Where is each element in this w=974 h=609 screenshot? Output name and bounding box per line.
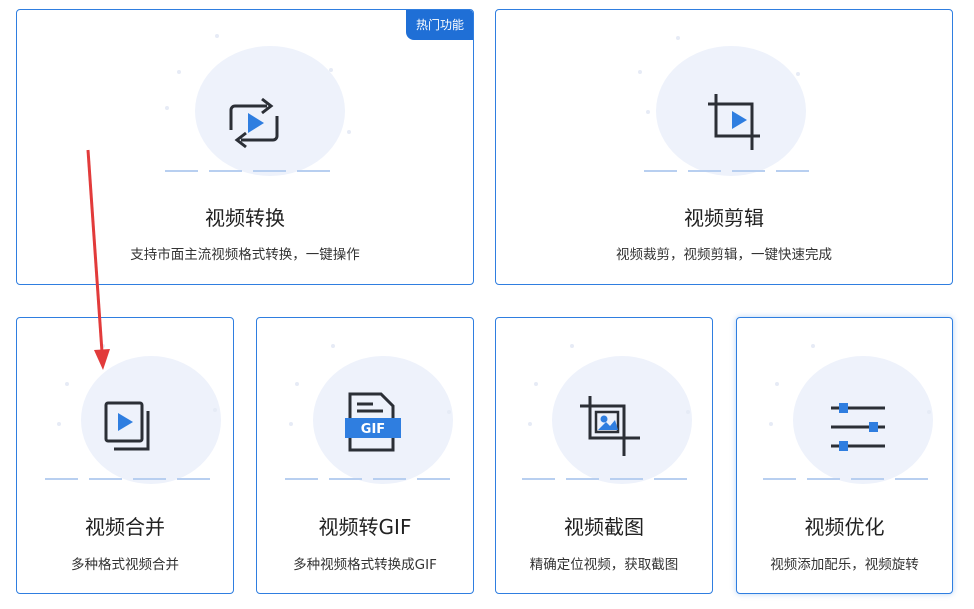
screenshot-icon [580, 396, 640, 456]
card-title: 视频转GIF [318, 515, 412, 539]
gif-file-icon: GIF [345, 392, 401, 452]
card-title: 视频优化 [804, 515, 885, 539]
card-title: 视频剪辑 [684, 206, 764, 230]
card-desc: 多种视频格式转换成GIF [293, 557, 437, 573]
gif-label: GIF [361, 422, 385, 437]
card-video-edit[interactable]: 视频剪辑 视频裁剪，视频剪辑，一键快速完成 [495, 9, 953, 285]
convert-icon [229, 97, 279, 149]
card-video-convert[interactable]: 视频转换 支持市面主流视频格式转换，一键操作 热门功能 [16, 9, 474, 285]
card-video-merge[interactable]: 视频合并 多种格式视频合并 [16, 317, 234, 594]
card-video-optimize[interactable]: 视频优化 视频添加配乐，视频旋转 [736, 317, 953, 594]
merge-icon [104, 401, 150, 451]
card-desc: 视频添加配乐，视频旋转 [770, 557, 919, 573]
card-title: 视频合并 [85, 515, 165, 539]
decor-dash [165, 170, 330, 172]
card-video-to-gif[interactable]: GIF 视频转GIF 多种视频格式转换成GIF [256, 317, 474, 594]
decor-dash [285, 478, 450, 480]
card-video-screenshot[interactable]: 视频截图 精确定位视频，获取截图 [495, 317, 713, 594]
card-desc: 支持市面主流视频格式转换，一键操作 [130, 247, 360, 263]
sliders-icon [831, 403, 885, 451]
decor-dash [45, 478, 210, 480]
hot-badge: 热门功能 [405, 10, 473, 40]
card-title: 视频截图 [564, 515, 644, 539]
card-title: 视频转换 [205, 206, 285, 230]
decor-dash [763, 478, 928, 480]
decor-dash [522, 478, 687, 480]
card-desc: 多种格式视频合并 [71, 557, 179, 573]
card-desc: 视频裁剪，视频剪辑，一键快速完成 [616, 247, 832, 263]
card-desc: 精确定位视频，获取截图 [529, 557, 679, 573]
decor-dash [644, 170, 809, 172]
crop-icon [708, 94, 760, 150]
